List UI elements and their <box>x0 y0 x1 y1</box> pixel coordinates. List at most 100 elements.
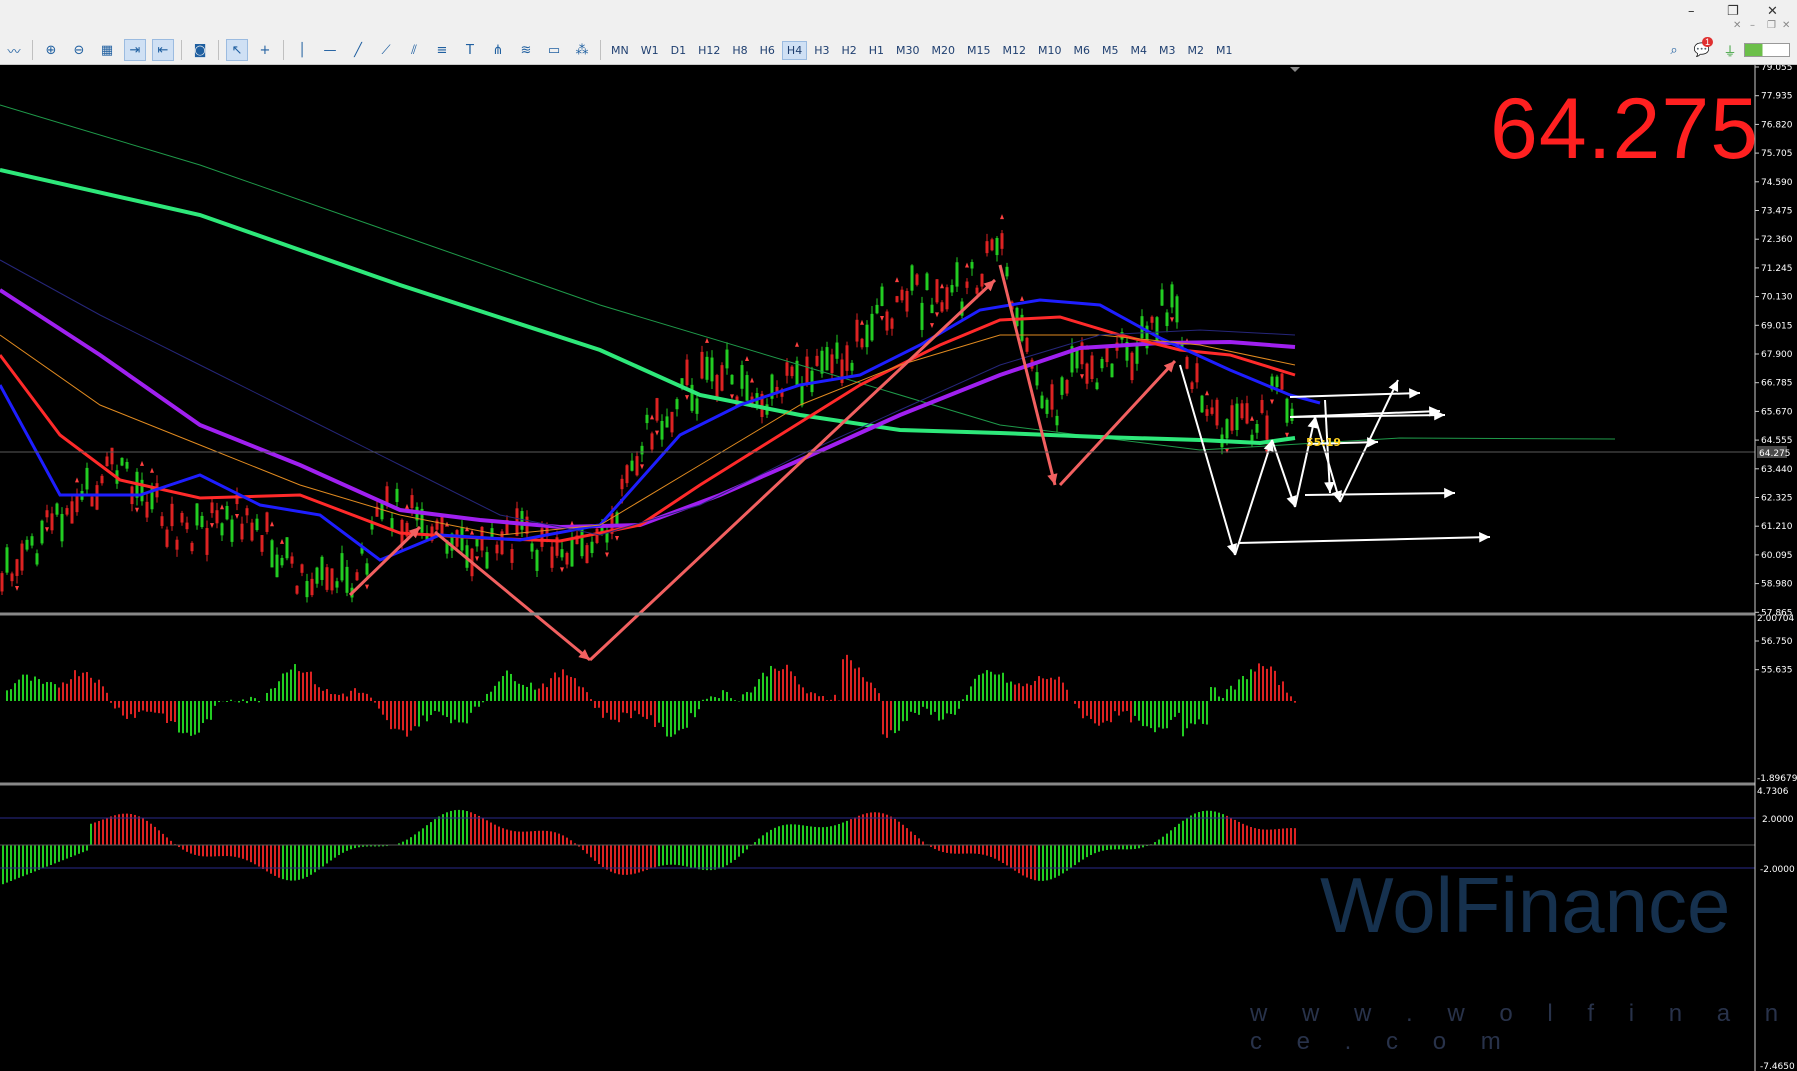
osc-bar <box>54 845 56 864</box>
timeframe-w1[interactable]: W1 <box>636 41 664 60</box>
shapes-icon[interactable]: ⁂ <box>571 39 593 61</box>
timeframe-h8[interactable]: H8 <box>727 41 752 60</box>
ray-icon[interactable]: ⟋ <box>375 39 397 61</box>
osc-bar <box>890 816 892 845</box>
timeframe-m4[interactable]: M4 <box>1126 41 1153 60</box>
macd-bar <box>678 701 680 731</box>
osc-bar <box>1270 829 1272 845</box>
minimize-button[interactable]: – <box>1688 4 1695 19</box>
macd-bar <box>190 701 192 736</box>
timeframe-m30[interactable]: M30 <box>891 41 925 60</box>
macd-bar <box>530 682 532 701</box>
candle-body <box>1160 289 1164 306</box>
timeframe-h12[interactable]: H12 <box>693 41 725 60</box>
osc-bar <box>1198 812 1200 845</box>
autoscroll-icon[interactable]: ⇥ <box>124 39 146 61</box>
pitchfork-icon[interactable]: ⋔ <box>487 39 509 61</box>
crosshair-icon[interactable]: + <box>254 39 276 61</box>
candle-body <box>725 349 729 369</box>
timeframe-m1[interactable]: M1 <box>1211 41 1238 60</box>
zoom-in-icon[interactable]: ⊕ <box>40 39 62 61</box>
chart-minimize-button[interactable]: – <box>1750 20 1755 31</box>
horizontal-line-icon[interactable]: — <box>319 39 341 61</box>
signal-icon[interactable]: ⏚ <box>1719 39 1741 61</box>
candle-body <box>925 273 929 291</box>
notifications-icon[interactable]: 💬 1 <box>1688 37 1716 61</box>
timeframe-m6[interactable]: M6 <box>1069 41 1096 60</box>
osc-bar <box>662 845 664 866</box>
osc-bar <box>850 819 852 845</box>
timeframe-h6[interactable]: H6 <box>755 41 780 60</box>
vertical-line-icon[interactable]: │ <box>291 39 313 61</box>
osc-bar <box>558 833 560 845</box>
macd-bar <box>414 701 416 727</box>
macd-bar <box>1066 689 1068 701</box>
osc-bar <box>466 811 468 845</box>
zoom-out-icon[interactable]: ⊖ <box>68 39 90 61</box>
timeframe-h3[interactable]: H3 <box>809 41 834 60</box>
macd-bar <box>210 701 212 720</box>
candle-body <box>1185 357 1189 369</box>
macd-bar <box>146 701 148 712</box>
osc-bar <box>1274 829 1276 845</box>
gann-icon[interactable]: ≋ <box>515 39 537 61</box>
osc-bar <box>346 845 348 851</box>
timeframe-m5[interactable]: M5 <box>1097 41 1124 60</box>
macd-bar <box>258 701 260 703</box>
macd-bar <box>1062 682 1064 701</box>
timeframe-m2[interactable]: M2 <box>1183 41 1210 60</box>
connection-indicator[interactable] <box>1744 43 1790 57</box>
osc-bar <box>1054 845 1056 878</box>
macd-bar <box>150 701 152 712</box>
timeframe-h4[interactable]: H4 <box>781 40 808 60</box>
timeframe-m3[interactable]: M3 <box>1154 41 1181 60</box>
text-icon[interactable]: T <box>459 39 481 61</box>
osc-bar <box>1090 845 1092 855</box>
timeframe-d1[interactable]: D1 <box>666 41 691 60</box>
candle-body <box>930 304 934 314</box>
macd-bar <box>906 701 908 721</box>
macd-bar <box>766 676 768 701</box>
grid-icon[interactable]: ▦ <box>96 39 118 61</box>
macd-bar <box>1090 701 1092 720</box>
close-button[interactable]: ✕ <box>1767 4 1778 19</box>
timeframe-m12[interactable]: M12 <box>998 41 1032 60</box>
timeframe-m10[interactable]: M10 <box>1033 41 1067 60</box>
timeframe-m20[interactable]: M20 <box>927 41 961 60</box>
osc-bar <box>474 813 476 845</box>
timeframe-h1[interactable]: H1 <box>864 41 889 60</box>
candle-body <box>1195 363 1199 383</box>
osc-bar <box>1262 829 1264 845</box>
candle-body <box>90 496 94 507</box>
channel-icon[interactable]: ⫽ <box>403 39 425 61</box>
macd-bar <box>946 701 948 714</box>
cursor-icon[interactable]: ↖ <box>226 39 248 61</box>
chart-restore-button[interactable]: ❐ <box>1767 20 1776 31</box>
candle-body <box>300 564 304 573</box>
chart-close2-button[interactable]: ✕ <box>1782 20 1790 31</box>
macd-bar <box>590 699 592 701</box>
chart-close-button[interactable]: ✕ <box>1733 20 1741 31</box>
chart-type-icon[interactable]: 〰 <box>3 39 25 61</box>
macd-bar <box>334 694 336 701</box>
search-icon[interactable]: ⌕ <box>1663 39 1685 61</box>
chart-shift-icon[interactable]: ⇤ <box>152 39 174 61</box>
candle-body <box>985 241 989 254</box>
timeframe-m15[interactable]: M15 <box>962 41 996 60</box>
candle-body <box>410 495 414 509</box>
macd-bar <box>694 701 696 718</box>
fibonacci-icon[interactable]: ≡ <box>431 39 453 61</box>
timeframe-h2[interactable]: H2 <box>836 41 861 60</box>
macd-bar <box>866 681 868 701</box>
osc-bar <box>770 829 772 845</box>
timeframe-mn[interactable]: MN <box>606 41 634 60</box>
restore-button[interactable]: ❐ <box>1727 4 1739 19</box>
macd-bar <box>1074 701 1076 704</box>
osc-bar <box>734 845 736 860</box>
macd-bar <box>1234 689 1236 701</box>
rectangle-icon[interactable]: ▭ <box>543 39 565 61</box>
trendline-icon[interactable]: ╱ <box>347 39 369 61</box>
osc-bar <box>702 845 704 870</box>
screenshot-icon[interactable]: ◙ <box>189 39 211 61</box>
candle-body <box>815 355 819 366</box>
